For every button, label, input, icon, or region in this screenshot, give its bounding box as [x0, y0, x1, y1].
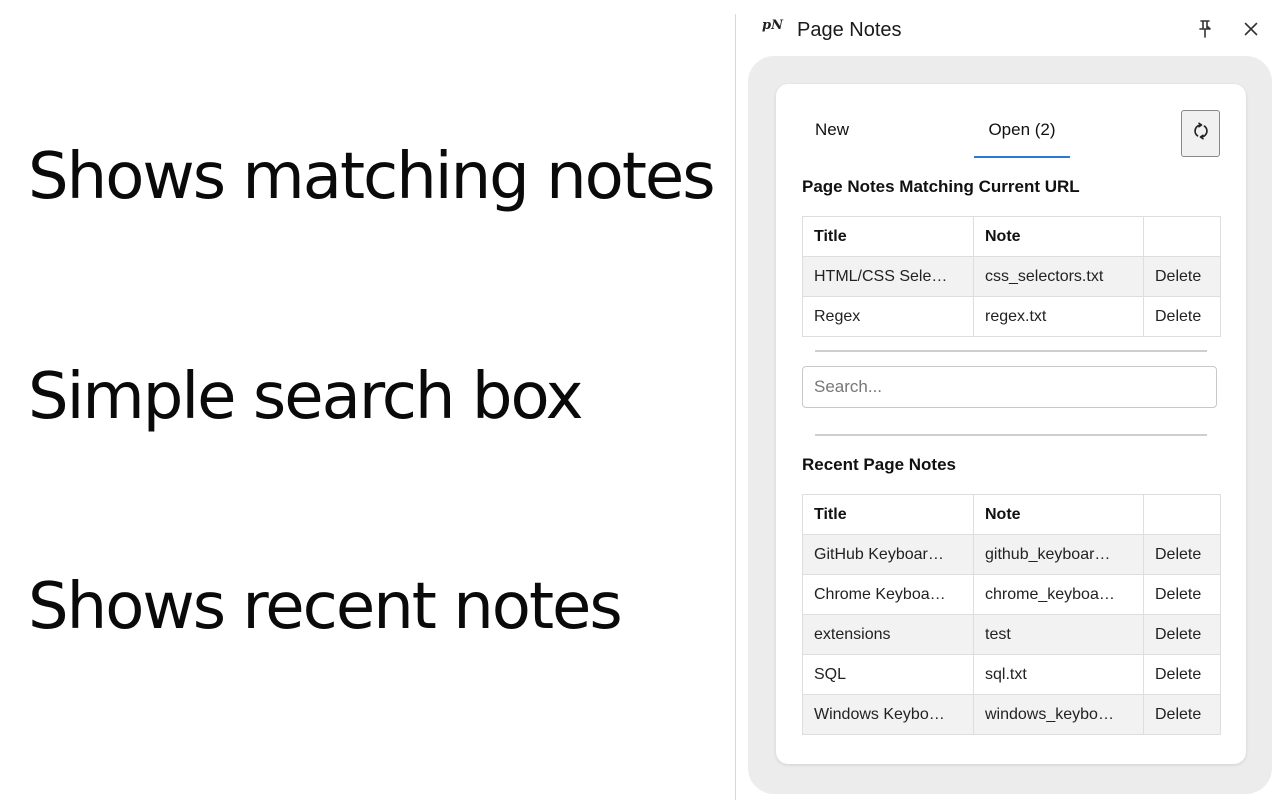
pin-icon[interactable] — [1194, 17, 1216, 41]
column-header-note: Note — [973, 216, 1144, 257]
tab-open[interactable]: Open (2) — [974, 120, 1070, 140]
note-title[interactable]: SQL — [802, 654, 974, 695]
table-row[interactable]: Chrome Keyboa… chrome_keyboa… Delete — [802, 574, 1221, 615]
caption-search-box: Simple search box — [28, 360, 583, 434]
note-title[interactable]: HTML/CSS Sele… — [802, 256, 974, 297]
note-file[interactable]: css_selectors.txt — [973, 256, 1144, 297]
active-tab-indicator — [974, 156, 1070, 158]
note-file[interactable]: windows_keybo… — [973, 694, 1144, 735]
caption-matching-notes: Shows matching notes — [28, 140, 716, 214]
divider — [815, 434, 1207, 436]
delete-button[interactable]: Delete — [1143, 534, 1221, 575]
caption-recent-notes: Shows recent notes — [28, 570, 623, 644]
column-header-actions — [1143, 494, 1221, 535]
recent-notes-table: Title Note GitHub Keyboar… github_keyboa… — [802, 494, 1221, 735]
table-row[interactable]: Regex regex.txt Delete — [802, 296, 1221, 337]
panel-divider — [735, 14, 736, 800]
matching-notes-heading: Page Notes Matching Current URL — [802, 177, 1080, 196]
note-title[interactable]: Chrome Keyboa… — [802, 574, 974, 615]
close-icon[interactable] — [1240, 17, 1262, 41]
delete-button[interactable]: Delete — [1143, 694, 1221, 735]
note-file[interactable]: github_keyboar… — [973, 534, 1144, 575]
delete-button[interactable]: Delete — [1143, 614, 1221, 655]
refresh-button[interactable] — [1181, 110, 1220, 157]
note-title[interactable]: GitHub Keyboar… — [802, 534, 974, 575]
table-row[interactable]: extensions test Delete — [802, 614, 1221, 655]
table-row[interactable]: GitHub Keyboar… github_keyboar… Delete — [802, 534, 1221, 575]
matching-notes-table: Title Note HTML/CSS Sele… css_selectors.… — [802, 216, 1221, 337]
delete-button[interactable]: Delete — [1143, 654, 1221, 695]
note-title[interactable]: Windows Keybo… — [802, 694, 974, 735]
column-header-title: Title — [802, 216, 974, 257]
refresh-icon — [1192, 122, 1210, 145]
table-row[interactable]: HTML/CSS Sele… css_selectors.txt Delete — [802, 256, 1221, 297]
tab-new[interactable]: New — [815, 120, 849, 140]
note-title[interactable]: Regex — [802, 296, 974, 337]
extension-logo: pN — [762, 18, 783, 33]
panel-title: Page Notes — [797, 19, 902, 41]
column-header-actions — [1143, 216, 1221, 257]
side-panel-header: pN Page Notes — [760, 14, 1270, 48]
column-header-note: Note — [973, 494, 1144, 535]
delete-button[interactable]: Delete — [1143, 256, 1221, 297]
search-input[interactable] — [802, 366, 1217, 408]
note-file[interactable]: chrome_keyboa… — [973, 574, 1144, 615]
delete-button[interactable]: Delete — [1143, 296, 1221, 337]
column-header-title: Title — [802, 494, 974, 535]
delete-button[interactable]: Delete — [1143, 574, 1221, 615]
note-file[interactable]: sql.txt — [973, 654, 1144, 695]
recent-notes-heading: Recent Page Notes — [802, 455, 956, 474]
table-row[interactable]: SQL sql.txt Delete — [802, 654, 1221, 695]
note-file[interactable]: regex.txt — [973, 296, 1144, 337]
divider — [815, 350, 1207, 352]
table-row[interactable]: Windows Keybo… windows_keybo… Delete — [802, 694, 1221, 735]
note-title[interactable]: extensions — [802, 614, 974, 655]
note-file[interactable]: test — [973, 614, 1144, 655]
